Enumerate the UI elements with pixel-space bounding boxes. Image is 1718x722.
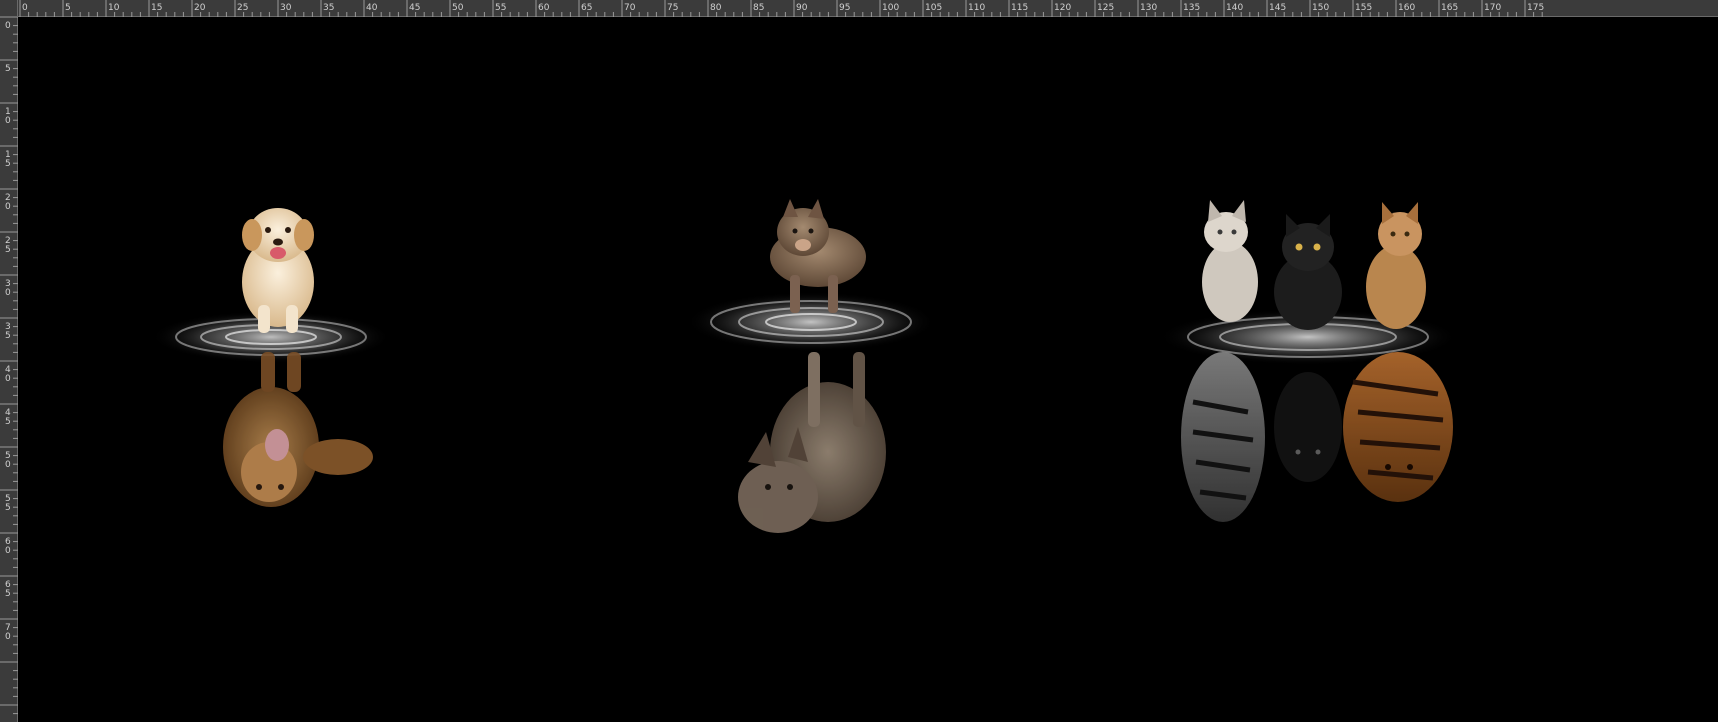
wolfpup-wolf-scene (678, 187, 948, 567)
ruler-label: 65 (581, 3, 592, 13)
ruler-label: 55 (495, 3, 506, 13)
ruler-label: 130 (1140, 3, 1157, 13)
ruler-label: 85 (753, 3, 764, 13)
ruler-label: 40 (366, 3, 378, 13)
ruler-label: 120 (1054, 3, 1071, 13)
ruler-label: 80 (710, 3, 722, 13)
ruler-label: 0 (5, 632, 11, 642)
ruler-label: 170 (1484, 3, 1501, 13)
ruler-label: 90 (796, 3, 808, 13)
kittens-bigcats-image (1158, 200, 1458, 522)
ruler-label: 5 (5, 589, 11, 599)
ruler-label: 10 (108, 3, 120, 13)
ruler-label: 70 (624, 3, 636, 13)
ruler-label: 25 (237, 3, 248, 13)
ruler-label: 0 (5, 374, 11, 384)
ruler-label: 0 (5, 546, 11, 556)
ruler-label: 0 (5, 202, 11, 212)
ruler-label: 160 (1398, 3, 1415, 13)
ruler-label: 45 (409, 3, 420, 13)
ruler-corner (0, 0, 18, 17)
ruler-label: 50 (452, 3, 464, 13)
ruler-label: 75 (667, 3, 678, 13)
kittens-bigcats-scene (1148, 182, 1478, 552)
wolfpup-wolf-image (686, 199, 936, 533)
horizontal-ruler-ticks: 0 5 10 15 20 25 30 35 40 45 50 55 60 65 70 75 80 85 90 95 10… (19, 0, 1544, 17)
ruler-label: 60 (538, 3, 550, 13)
document-canvas[interactable] (18, 17, 1718, 722)
ruler-label: 155 (1355, 3, 1372, 13)
ruler-label: 145 (1269, 3, 1286, 13)
ruler-label: 110 (968, 3, 985, 13)
ruler-label: 0 (5, 21, 11, 31)
ruler-label: 100 (882, 3, 899, 13)
ruler-label: 165 (1441, 3, 1458, 13)
ruler-label: 0 (22, 3, 28, 13)
ruler-label: 115 (1011, 3, 1028, 13)
ruler-label: 5 (5, 245, 11, 255)
ruler-label: 5 (5, 159, 11, 169)
ruler-label: 5 (5, 331, 11, 341)
ruler-label: 135 (1183, 3, 1200, 13)
puppy-lion-image (153, 208, 391, 507)
ruler-label: 5 (5, 64, 11, 74)
ruler-label: 5 (5, 503, 11, 513)
ruler-label: 15 (151, 3, 162, 13)
ruler-label: 105 (925, 3, 942, 13)
vertical-ruler-ticks: 0510152025303540455055606570 (0, 16, 18, 715)
ruler-label: 35 (323, 3, 334, 13)
ruler-label: 0 (5, 460, 11, 470)
ruler-label: 5 (65, 3, 71, 13)
ruler-label: 125 (1097, 3, 1114, 13)
ruler-label: 30 (280, 3, 292, 13)
ruler-label: 0 (5, 116, 11, 126)
puppy-lion-scene (153, 187, 413, 547)
ruler-label: 95 (839, 3, 850, 13)
horizontal-ruler[interactable]: 0 5 10 15 20 25 30 35 40 45 50 55 60 65 70 75 80 85 90 95 10… (0, 0, 1718, 17)
ruler-label: 140 (1226, 3, 1243, 13)
ruler-label: 175 (1527, 3, 1544, 13)
ruler-label: 20 (194, 3, 206, 13)
ruler-label: 5 (5, 417, 11, 427)
ruler-label: 0 (5, 288, 11, 298)
vertical-ruler[interactable]: 0510152025303540455055606570 (0, 0, 18, 722)
ruler-label: 150 (1312, 3, 1329, 13)
